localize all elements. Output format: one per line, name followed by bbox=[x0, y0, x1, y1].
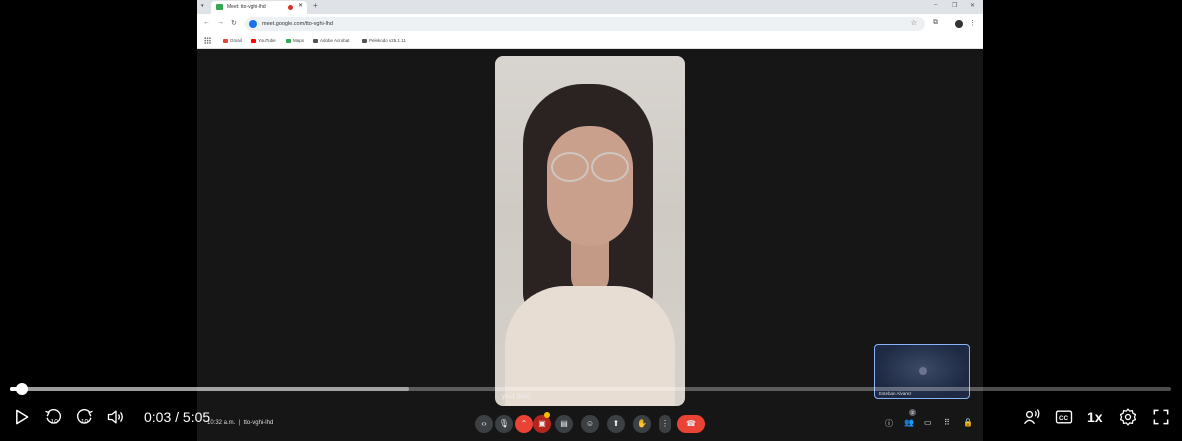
bookmark-star-icon: ☆ bbox=[910, 20, 917, 27]
restore-icon: ❐ bbox=[952, 3, 958, 9]
window-close-icon: ✕ bbox=[970, 3, 976, 9]
meet-host-controls-icon: 🔒 bbox=[963, 418, 973, 427]
participant-name: yuu1 (ldle) bbox=[502, 394, 531, 400]
back-icon: ← bbox=[203, 19, 210, 26]
address-bar: meet.google.com/tto-vghi-lhd ☆ bbox=[245, 17, 925, 31]
duration: 5:05 bbox=[182, 409, 211, 425]
progress-scrubber-handle[interactable] bbox=[16, 383, 29, 395]
play-icon bbox=[16, 409, 29, 425]
meet-leave-call-icon: ☎ bbox=[677, 415, 705, 433]
meet-camera-warning-badge bbox=[544, 412, 550, 418]
bookmark-pelekodo: Pelekodo v25.1.11 bbox=[362, 38, 406, 43]
meet-video-options-icon: ⌃ bbox=[515, 415, 533, 433]
profile-avatar bbox=[955, 20, 963, 28]
rewind-10-icon: 10 bbox=[45, 409, 61, 426]
recorded-browser-window: ▾ Meet: tto-vghi-lhd ✕ + – ❐ ✕ ← → ↻ mee… bbox=[197, 0, 983, 441]
meet-raise-hand-icon: ✋ bbox=[633, 415, 651, 433]
recording-dot-icon bbox=[288, 5, 293, 10]
glasses-left-lens bbox=[551, 152, 589, 182]
reload-icon: ↻ bbox=[231, 20, 237, 27]
bookmark-youtube: YouTube bbox=[251, 38, 276, 43]
browser-menu-icon: ⋮ bbox=[969, 20, 976, 27]
captions-button[interactable]: CC bbox=[1053, 406, 1075, 428]
apps-grid-icon bbox=[204, 37, 211, 44]
meet-audio-options-icon: ‹› bbox=[475, 415, 493, 433]
video-player[interactable]: ▾ Meet: tto-vghi-lhd ✕ + – ❐ ✕ ← → ↻ mee… bbox=[0, 0, 1182, 441]
fullscreen-button[interactable] bbox=[1150, 406, 1172, 428]
browser-toolbar: ← → ↻ meet.google.com/tto-vghi-lhd ☆ ⧉ ⋮ bbox=[197, 14, 983, 34]
play-button[interactable] bbox=[10, 406, 32, 428]
self-view-name: Esteban Alvarez bbox=[879, 391, 912, 396]
meet-activities-icon: ⠿ bbox=[944, 418, 950, 427]
settings-button[interactable] bbox=[1117, 406, 1139, 428]
audio-description-button[interactable] bbox=[1021, 406, 1043, 428]
bookmark-adobe-acrobat: Adobe Acrobat bbox=[313, 38, 350, 43]
bookmark-gmail: Gmail bbox=[223, 38, 242, 43]
glasses-right-lens bbox=[591, 152, 629, 182]
svg-text:10: 10 bbox=[51, 419, 59, 426]
meet-more-options-icon: ⋮ bbox=[659, 415, 671, 433]
participant-video-tile: yuu1 (ldle) bbox=[495, 56, 685, 406]
meet-captions-icon: ▤ bbox=[555, 415, 573, 433]
meet-present-icon: ⬆ bbox=[607, 415, 625, 433]
meet-favicon-icon bbox=[216, 4, 223, 10]
self-view-avatar bbox=[919, 367, 927, 375]
meet-people-icon: 👥 bbox=[904, 418, 914, 427]
new-tab-icon: + bbox=[313, 1, 318, 10]
meet-emoji-icon: ☺ bbox=[581, 415, 599, 433]
url-text: meet.google.com/tto-vghi-lhd bbox=[262, 21, 333, 27]
timecode: 0:03 / 5:05 bbox=[144, 409, 211, 425]
fullscreen-icon bbox=[1153, 409, 1169, 425]
gear-icon bbox=[1119, 408, 1137, 426]
meet-info-icon: ⓘ bbox=[885, 419, 893, 428]
forward-10-button[interactable]: 10 bbox=[74, 406, 96, 428]
forward-nav-icon: → bbox=[217, 19, 224, 26]
volume-button[interactable] bbox=[105, 406, 127, 428]
site-info-icon bbox=[249, 20, 257, 28]
playback-speed-button[interactable]: 1x bbox=[1087, 409, 1103, 425]
progress-bar[interactable] bbox=[10, 387, 1171, 391]
progress-buffered bbox=[10, 387, 410, 391]
extensions-icon: ⧉ bbox=[933, 19, 938, 26]
audio-description-icon bbox=[1023, 409, 1040, 425]
browser-tab-strip: ▾ Meet: tto-vghi-lhd ✕ + – ❐ ✕ bbox=[197, 0, 983, 14]
people-count-badge: 2 bbox=[909, 409, 916, 416]
bookmarks-bar: Gmail YouTube Maps Adobe Acrobat Pelekod… bbox=[197, 34, 983, 49]
meet-mic-icon: 🎙 bbox=[495, 415, 513, 433]
browser-tab: Meet: tto-vghi-lhd ✕ bbox=[211, 1, 307, 14]
meet-chat-icon: ▭ bbox=[924, 418, 932, 427]
minimize-icon: – bbox=[934, 2, 938, 8]
rewind-10-button[interactable]: 10 bbox=[42, 406, 64, 428]
current-time: 0:03 bbox=[144, 409, 172, 425]
bookmark-maps: Maps bbox=[286, 38, 304, 43]
volume-icon bbox=[107, 410, 123, 424]
svg-text:CC: CC bbox=[1059, 415, 1069, 422]
svg-text:10: 10 bbox=[81, 419, 89, 426]
participant-face bbox=[547, 126, 633, 246]
closed-captions-icon: CC bbox=[1055, 410, 1073, 424]
tab-search-icon: ▾ bbox=[201, 3, 204, 9]
tab-title: Meet: tto-vghi-lhd bbox=[227, 4, 266, 10]
meet-clock-and-code: 10:32 a.m. | tto-vghi-lhd bbox=[207, 420, 274, 426]
tab-close-icon: ✕ bbox=[298, 3, 304, 9]
forward-10-icon: 10 bbox=[77, 409, 93, 426]
